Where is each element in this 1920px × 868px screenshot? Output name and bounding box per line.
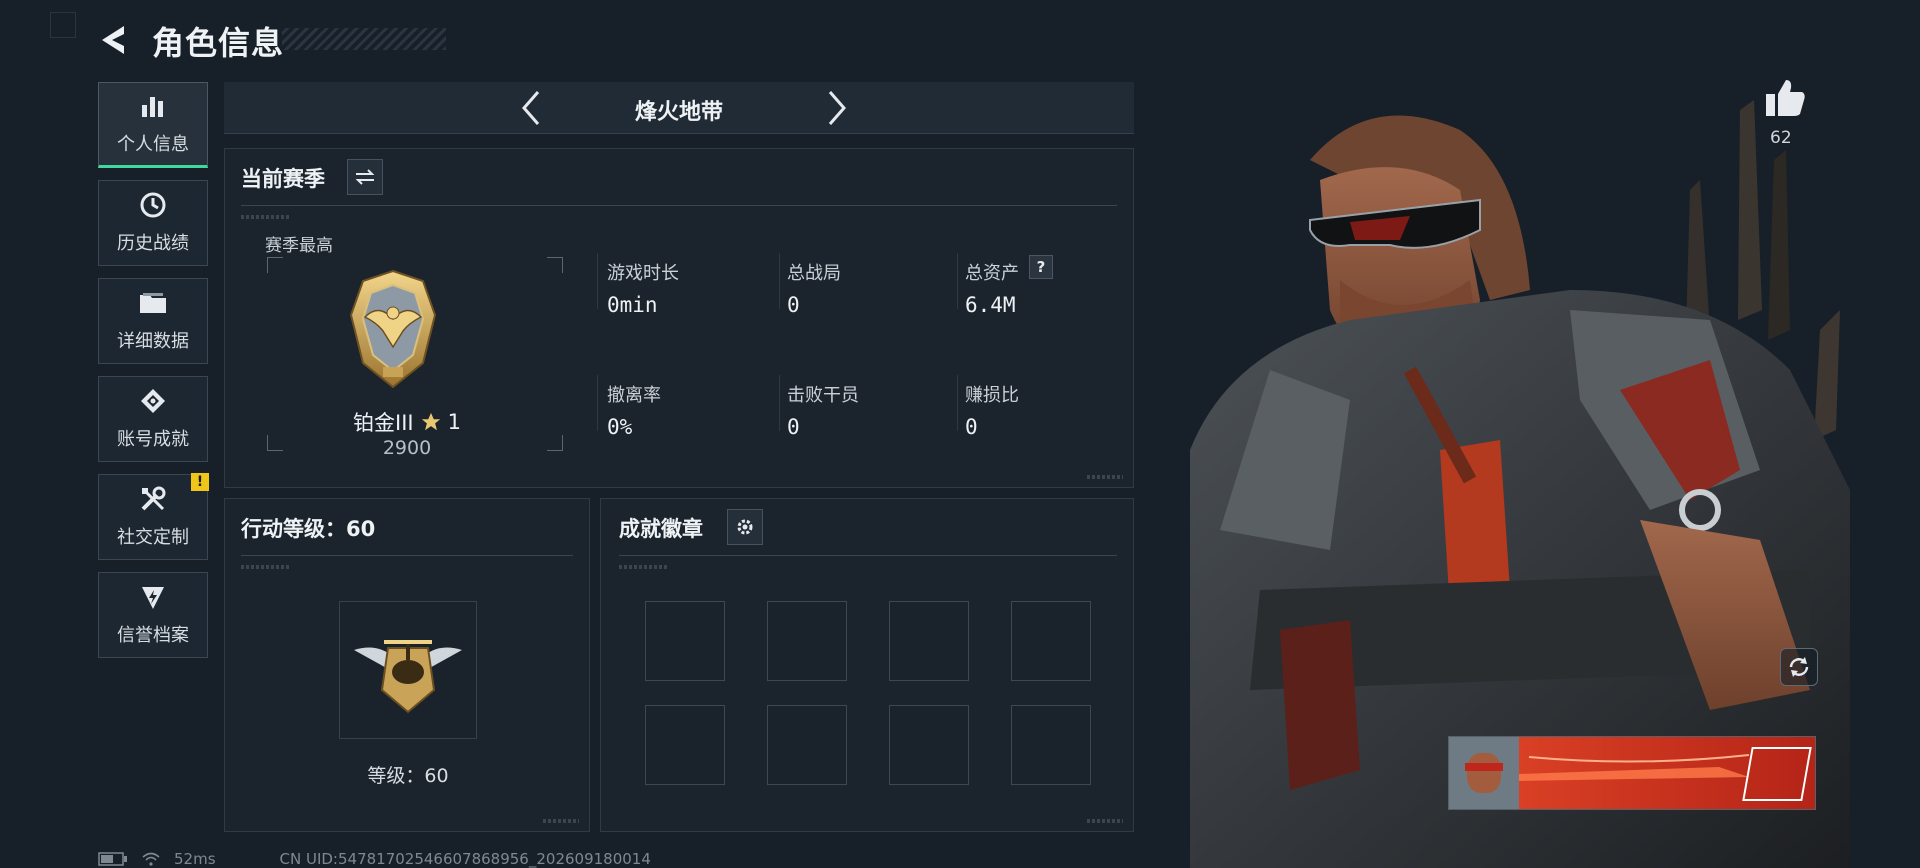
season-best-label: 赛季最高 (265, 236, 333, 256)
page-title: 角色信息 (152, 24, 285, 62)
stat-label-kills: 击败干员 (787, 385, 859, 406)
mode-title: 烽火地带 (634, 100, 723, 125)
sidebar-item-label: 信誉档案 (117, 625, 189, 646)
title-decoration (282, 28, 446, 50)
like-count: 62 (1770, 128, 1792, 148)
rank-name: 铂金III (353, 411, 414, 435)
banner-art (1519, 737, 1815, 809)
back-arrow-icon (102, 26, 124, 54)
sidebar-item-details[interactable]: 详细数据 (98, 278, 208, 364)
stat-label-playtime: 游戏时长 (607, 263, 679, 284)
notification-badge: ! (191, 473, 209, 491)
mode-next-button[interactable] (816, 88, 856, 128)
mode-selector: 烽火地带 (224, 82, 1134, 134)
achievement-badges-panel: 成就徽章 (600, 498, 1134, 832)
level-text: 等级：60 (367, 765, 449, 787)
badge-slot[interactable] (767, 705, 847, 785)
thumbs-up-icon (1766, 80, 1805, 116)
sidebar-item-label: 详细数据 (117, 331, 189, 352)
rank-stars: 1 (447, 410, 461, 434)
sidebar-item-label: 个人信息 (117, 134, 189, 155)
stat-label-profit-ratio: 赚损比 (965, 385, 1019, 406)
sidebar-item-label: 社交定制 (117, 527, 189, 548)
like-button[interactable] (1764, 78, 1806, 118)
stat-value-playtime: 0min (607, 293, 658, 317)
badge-slot[interactable] (645, 601, 725, 681)
helicopter-emblem-icon (354, 640, 462, 714)
wifi-icon (142, 852, 160, 866)
sidebar-item-reputation[interactable]: 信誉档案 (98, 572, 208, 658)
bar-chart-icon (138, 92, 168, 120)
stat-label-matches: 总战局 (787, 263, 841, 284)
stat-label-assets: 总资产 (965, 263, 1019, 284)
rotate-button[interactable] (1780, 648, 1818, 686)
tools-icon (138, 485, 168, 513)
shield-bolt-icon (138, 583, 168, 611)
gear-icon (737, 519, 753, 535)
sidebar-item-label: 历史战绩 (117, 233, 189, 254)
stat-value-extraction-rate: 0% (607, 415, 633, 439)
sidebar-item-label: 账号成就 (117, 429, 189, 450)
badge-settings-button[interactable] (727, 509, 763, 545)
swap-icon (355, 169, 375, 185)
rotate-icon (1789, 657, 1809, 677)
stat-value-kills: 0 (787, 415, 800, 439)
star-icon (421, 412, 440, 431)
uid-text: CN UID:5478170254660786895​6_20260918001… (279, 850, 651, 868)
season-panel: 当前赛季 赛季最高 铂金III 1 2900 游戏时长 0min 总战局 0 总… (224, 148, 1134, 488)
back-button[interactable] (96, 22, 136, 58)
level-emblem (339, 601, 477, 739)
badge-slot[interactable] (1011, 705, 1091, 785)
sidebar-item-achievements[interactable]: 账号成就 (98, 376, 208, 462)
action-level-title: 行动等级：60 (241, 517, 376, 541)
stat-value-assets: 6.4M (965, 293, 1016, 317)
rank-score: 2900 (382, 437, 432, 459)
chevron-right-icon (828, 91, 846, 125)
stat-value-profit-ratio: 0 (965, 415, 978, 439)
avatar (1449, 737, 1519, 809)
battery-icon (98, 852, 127, 866)
rank-emblem-icon (343, 267, 443, 397)
badge-slot[interactable] (889, 705, 969, 785)
sidebar-item-social[interactable]: ! 社交定制 (98, 473, 209, 560)
profile-banner[interactable] (1448, 736, 1816, 810)
sidebar-item-history[interactable]: 历史战绩 (98, 180, 208, 266)
season-switch-button[interactable] (347, 159, 383, 195)
achievement-badges-title: 成就徽章 (619, 517, 703, 541)
ping-text: 52ms (174, 850, 216, 868)
badge-slot[interactable] (1011, 601, 1091, 681)
season-title: 当前赛季 (241, 167, 325, 191)
stat-label-extraction-rate: 撤离率 (607, 385, 661, 406)
folder-icon (138, 289, 168, 317)
action-level-panel: 行动等级：60 等级：60 (224, 498, 590, 832)
badge-slot[interactable] (645, 705, 725, 785)
rank-label: 铂金III 1 (225, 407, 589, 437)
brand-logo (1742, 747, 1812, 801)
achievement-icon (138, 387, 168, 415)
badge-slot[interactable] (767, 601, 847, 681)
sidebar-item-profile[interactable]: 个人信息 (98, 82, 208, 168)
badge-slot[interactable] (889, 601, 969, 681)
clock-icon (138, 191, 168, 219)
corner-mark (50, 12, 76, 38)
status-bar: 52ms CN UID:5478170254660786895​6_202609… (98, 850, 651, 868)
stat-value-matches: 0 (787, 293, 800, 317)
help-icon[interactable]: ? (1029, 255, 1053, 279)
